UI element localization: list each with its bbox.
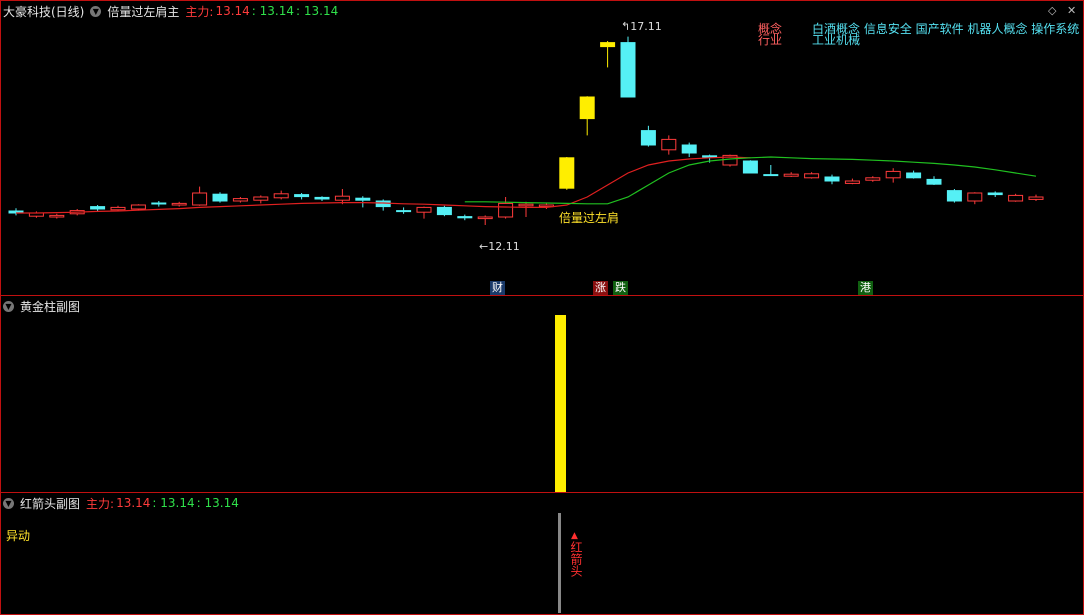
candle-body[interactable]: [640, 130, 656, 146]
dropdown-icon[interactable]: ▼: [3, 497, 14, 509]
candle-body[interactable]: [906, 172, 922, 179]
candle-body[interactable]: [559, 157, 575, 189]
main-chart-panel[interactable]: 大豪科技(日线) ▼ 倍量过左肩主 主力: 13.14 : 13.14 : 13…: [0, 0, 1084, 296]
candle-body[interactable]: [49, 214, 65, 218]
candle-body[interactable]: [110, 206, 126, 211]
candle-body[interactable]: [1028, 196, 1044, 200]
candle-body[interactable]: [212, 193, 228, 202]
candle-body[interactable]: [375, 200, 391, 208]
event-tag-fall[interactable]: 跌: [613, 281, 628, 295]
signal-label: 倍量过左肩: [559, 211, 620, 225]
candle-body[interactable]: [804, 173, 820, 179]
candle-body[interactable]: [987, 192, 1003, 196]
high-price-marker: ↰17.11: [621, 20, 662, 33]
high-price-label: 17.11: [630, 20, 662, 33]
golden-pillar-panel[interactable]: ▼ 黄金柱副图: [0, 295, 1084, 493]
candle-body[interactable]: [294, 194, 310, 198]
candle-body[interactable]: [192, 192, 208, 206]
candle-body[interactable]: [702, 155, 718, 158]
red-arrow-icon: ▲: [571, 531, 578, 541]
candle-body[interactable]: [90, 206, 106, 210]
candlestick-chart[interactable]: [1, 1, 1083, 295]
candle-body[interactable]: [355, 197, 371, 201]
candle-body[interactable]: [579, 96, 595, 120]
event-tag-hk[interactable]: 港: [858, 281, 873, 295]
sub2-value-1: 13.14: [116, 496, 151, 510]
candle-body[interactable]: [396, 210, 412, 213]
dropdown-icon[interactable]: ▼: [3, 300, 14, 312]
candle-body[interactable]: [783, 173, 799, 177]
anomaly-line: [558, 513, 561, 613]
sub2-value-2: : 13.14: [152, 496, 195, 510]
event-tag-finance[interactable]: 财: [490, 281, 505, 295]
golden-pillar-bar: [555, 315, 566, 492]
low-price-marker: ←12.11: [479, 240, 520, 253]
candle-body[interactable]: [151, 202, 167, 205]
candle-body[interactable]: [518, 203, 534, 207]
event-tag-rise[interactable]: 涨: [593, 281, 608, 295]
candle-body[interactable]: [620, 42, 636, 98]
candle-body[interactable]: [844, 180, 860, 184]
candle-body[interactable]: [926, 178, 942, 185]
candle-body[interactable]: [498, 202, 514, 218]
candle-body[interactable]: [824, 176, 840, 182]
red-arrow-text: 红箭头: [569, 541, 583, 577]
candle-body[interactable]: [1008, 194, 1024, 202]
sub2-value-3: : 13.14: [196, 496, 239, 510]
candle-body[interactable]: [946, 190, 962, 202]
candle-body[interactable]: [967, 192, 983, 202]
anomaly-label: 异动: [6, 529, 31, 543]
red-arrow-panel[interactable]: ▼ 红箭头副图 主力: 13.14 : 13.14 : 13.14 异动 ▲ 红…: [0, 492, 1084, 615]
candle-body[interactable]: [253, 196, 269, 201]
candle-body[interactable]: [600, 42, 616, 48]
candle-body[interactable]: [436, 206, 452, 216]
sub2-main-force-label: 主力:: [86, 496, 115, 511]
low-price-label: 12.11: [488, 240, 520, 253]
candle-body[interactable]: [477, 216, 493, 220]
candle-body[interactable]: [334, 195, 350, 201]
candle-body[interactable]: [865, 177, 881, 181]
candle-body[interactable]: [314, 196, 330, 200]
candle-body[interactable]: [171, 202, 187, 206]
sub2-title[interactable]: 红箭头副图: [20, 495, 80, 512]
candle-body[interactable]: [232, 198, 248, 202]
candle-body[interactable]: [661, 138, 677, 151]
candle-body[interactable]: [885, 170, 901, 179]
sub1-title[interactable]: 黄金柱副图: [20, 298, 80, 315]
sub2-header: ▼ 红箭头副图 主力: 13.14 : 13.14 : 13.14: [3, 495, 239, 511]
candle-body[interactable]: [742, 160, 758, 174]
candle-body[interactable]: [681, 144, 697, 154]
candle-body[interactable]: [416, 206, 432, 213]
candle-body[interactable]: [273, 193, 289, 199]
sub1-header: ▼ 黄金柱副图: [3, 298, 80, 314]
candle-body[interactable]: [763, 174, 779, 177]
candle-body[interactable]: [457, 216, 473, 219]
candle-body[interactable]: [130, 204, 146, 210]
